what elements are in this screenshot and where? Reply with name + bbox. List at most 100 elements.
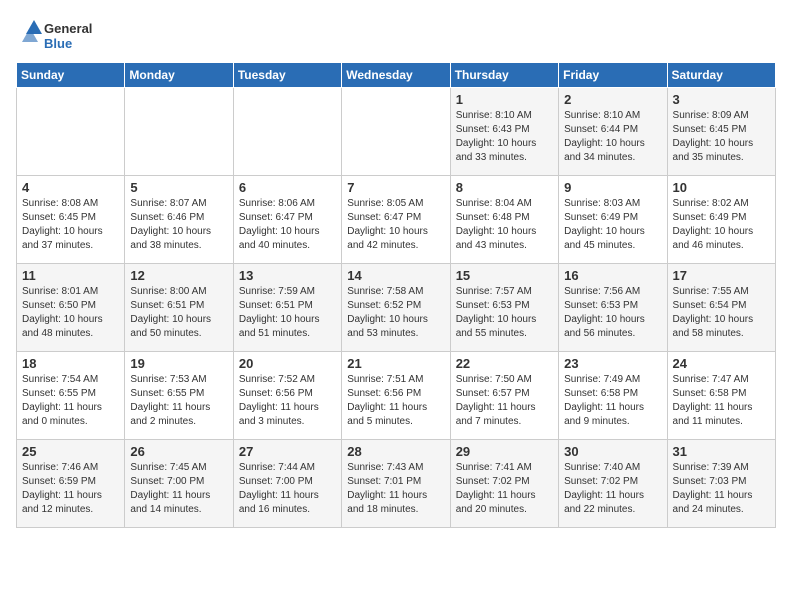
day-number: 31 bbox=[673, 444, 770, 459]
day-number: 12 bbox=[130, 268, 227, 283]
calendar-cell bbox=[342, 88, 450, 176]
calendar-cell: 25 Sunrise: 7:46 AM Sunset: 6:59 PM Dayli… bbox=[17, 440, 125, 528]
cell-content: Sunrise: 7:51 AM Sunset: 6:56 PM Dayligh… bbox=[347, 373, 444, 429]
day-number: 8 bbox=[456, 180, 553, 195]
cell-content: Sunrise: 8:09 AM Sunset: 6:45 PM Dayligh… bbox=[673, 109, 770, 165]
day-number: 22 bbox=[456, 356, 553, 371]
day-number: 14 bbox=[347, 268, 444, 283]
cell-content: Sunrise: 7:59 AM Sunset: 6:51 PM Dayligh… bbox=[239, 285, 336, 341]
day-number: 4 bbox=[22, 180, 119, 195]
cell-content: Sunrise: 7:40 AM Sunset: 7:02 PM Dayligh… bbox=[564, 461, 661, 517]
cell-content: Sunrise: 7:39 AM Sunset: 7:03 PM Dayligh… bbox=[673, 461, 770, 517]
week-row: 11Sunrise: 8:01 AM Sunset: 6:50 PM Dayli… bbox=[17, 264, 776, 352]
calendar-cell: 2 Sunrise: 8:10 AM Sunset: 6:44 PM Daylig… bbox=[559, 88, 667, 176]
header-day: Saturday bbox=[667, 63, 775, 88]
day-number: 6 bbox=[239, 180, 336, 195]
calendar-cell: 31 Sunrise: 7:39 AM Sunset: 7:03 PM Dayli… bbox=[667, 440, 775, 528]
day-number: 3 bbox=[673, 92, 770, 107]
calendar-cell: 27Sunrise: 7:44 AM Sunset: 7:00 PM Dayli… bbox=[233, 440, 341, 528]
cell-content: Sunrise: 8:10 AM Sunset: 6:44 PM Dayligh… bbox=[564, 109, 661, 165]
day-number: 1 bbox=[456, 92, 553, 107]
week-row: 4 Sunrise: 8:08 AM Sunset: 6:45 PM Daylig… bbox=[17, 176, 776, 264]
day-number: 30 bbox=[564, 444, 661, 459]
day-number: 29 bbox=[456, 444, 553, 459]
calendar-cell: 16 Sunrise: 7:56 AM Sunset: 6:53 PM Dayli… bbox=[559, 264, 667, 352]
day-number: 24 bbox=[673, 356, 770, 371]
header-row: SundayMondayTuesdayWednesdayThursdayFrid… bbox=[17, 63, 776, 88]
header-day: Monday bbox=[125, 63, 233, 88]
header-day: Tuesday bbox=[233, 63, 341, 88]
cell-content: Sunrise: 8:00 AM Sunset: 6:51 PM Dayligh… bbox=[130, 285, 227, 341]
cell-content: Sunrise: 7:44 AM Sunset: 7:00 PM Dayligh… bbox=[239, 461, 336, 517]
calendar-cell bbox=[17, 88, 125, 176]
cell-content: Sunrise: 8:06 AM Sunset: 6:47 PM Dayligh… bbox=[239, 197, 336, 253]
cell-content: Sunrise: 7:54 AM Sunset: 6:55 PM Dayligh… bbox=[22, 373, 119, 429]
calendar-cell bbox=[125, 88, 233, 176]
day-number: 5 bbox=[130, 180, 227, 195]
calendar-cell: 20Sunrise: 7:52 AM Sunset: 6:56 PM Dayli… bbox=[233, 352, 341, 440]
cell-content: Sunrise: 8:08 AM Sunset: 6:45 PM Dayligh… bbox=[22, 197, 119, 253]
day-number: 16 bbox=[564, 268, 661, 283]
header-day: Wednesday bbox=[342, 63, 450, 88]
day-number: 23 bbox=[564, 356, 661, 371]
cell-content: Sunrise: 8:01 AM Sunset: 6:50 PM Dayligh… bbox=[22, 285, 119, 341]
calendar-cell bbox=[233, 88, 341, 176]
calendar-cell: 7 Sunrise: 8:05 AM Sunset: 6:47 PM Daylig… bbox=[342, 176, 450, 264]
calendar-cell: 14 Sunrise: 7:58 AM Sunset: 6:52 PM Dayli… bbox=[342, 264, 450, 352]
logo: General Blue bbox=[16, 16, 106, 54]
calendar-cell: 24 Sunrise: 7:47 AM Sunset: 6:58 PM Dayli… bbox=[667, 352, 775, 440]
cell-content: Sunrise: 7:56 AM Sunset: 6:53 PM Dayligh… bbox=[564, 285, 661, 341]
cell-content: Sunrise: 7:47 AM Sunset: 6:58 PM Dayligh… bbox=[673, 373, 770, 429]
calendar-header: SundayMondayTuesdayWednesdayThursdayFrid… bbox=[17, 63, 776, 88]
cell-content: Sunrise: 7:50 AM Sunset: 6:57 PM Dayligh… bbox=[456, 373, 553, 429]
day-number: 21 bbox=[347, 356, 444, 371]
calendar-cell: 17Sunrise: 7:55 AM Sunset: 6:54 PM Dayli… bbox=[667, 264, 775, 352]
calendar-cell: 11Sunrise: 8:01 AM Sunset: 6:50 PM Dayli… bbox=[17, 264, 125, 352]
cell-content: Sunrise: 7:46 AM Sunset: 6:59 PM Dayligh… bbox=[22, 461, 119, 517]
cell-content: Sunrise: 8:05 AM Sunset: 6:47 PM Dayligh… bbox=[347, 197, 444, 253]
cell-content: Sunrise: 7:45 AM Sunset: 7:00 PM Dayligh… bbox=[130, 461, 227, 517]
cell-content: Sunrise: 8:03 AM Sunset: 6:49 PM Dayligh… bbox=[564, 197, 661, 253]
week-row: 25 Sunrise: 7:46 AM Sunset: 6:59 PM Dayli… bbox=[17, 440, 776, 528]
calendar-cell: 3 Sunrise: 8:09 AM Sunset: 6:45 PM Daylig… bbox=[667, 88, 775, 176]
day-number: 9 bbox=[564, 180, 661, 195]
calendar-cell: 5Sunrise: 8:07 AM Sunset: 6:46 PM Daylig… bbox=[125, 176, 233, 264]
day-number: 25 bbox=[22, 444, 119, 459]
cell-content: Sunrise: 8:04 AM Sunset: 6:48 PM Dayligh… bbox=[456, 197, 553, 253]
calendar-cell: 29Sunrise: 7:41 AM Sunset: 7:02 PM Dayli… bbox=[450, 440, 558, 528]
day-number: 7 bbox=[347, 180, 444, 195]
header-day: Friday bbox=[559, 63, 667, 88]
header-day: Sunday bbox=[17, 63, 125, 88]
day-number: 28 bbox=[347, 444, 444, 459]
calendar-cell: 26Sunrise: 7:45 AM Sunset: 7:00 PM Dayli… bbox=[125, 440, 233, 528]
day-number: 13 bbox=[239, 268, 336, 283]
day-number: 2 bbox=[564, 92, 661, 107]
cell-content: Sunrise: 7:43 AM Sunset: 7:01 PM Dayligh… bbox=[347, 461, 444, 517]
cell-content: Sunrise: 7:49 AM Sunset: 6:58 PM Dayligh… bbox=[564, 373, 661, 429]
svg-text:General: General bbox=[44, 21, 92, 36]
day-number: 20 bbox=[239, 356, 336, 371]
calendar-cell: 28 Sunrise: 7:43 AM Sunset: 7:01 PM Dayli… bbox=[342, 440, 450, 528]
calendar-cell: 6 Sunrise: 8:06 AM Sunset: 6:47 PM Daylig… bbox=[233, 176, 341, 264]
calendar-cell: 19Sunrise: 7:53 AM Sunset: 6:55 PM Dayli… bbox=[125, 352, 233, 440]
calendar-cell: 1Sunrise: 8:10 AM Sunset: 6:43 PM Daylig… bbox=[450, 88, 558, 176]
cell-content: Sunrise: 7:55 AM Sunset: 6:54 PM Dayligh… bbox=[673, 285, 770, 341]
logo-svg: General Blue bbox=[16, 16, 106, 54]
calendar-cell: 22 Sunrise: 7:50 AM Sunset: 6:57 PM Dayli… bbox=[450, 352, 558, 440]
calendar-table: SundayMondayTuesdayWednesdayThursdayFrid… bbox=[16, 62, 776, 528]
week-row: 18 Sunrise: 7:54 AM Sunset: 6:55 PM Dayli… bbox=[17, 352, 776, 440]
calendar-cell: 18 Sunrise: 7:54 AM Sunset: 6:55 PM Dayli… bbox=[17, 352, 125, 440]
cell-content: Sunrise: 7:53 AM Sunset: 6:55 PM Dayligh… bbox=[130, 373, 227, 429]
cell-content: Sunrise: 7:58 AM Sunset: 6:52 PM Dayligh… bbox=[347, 285, 444, 341]
day-number: 10 bbox=[673, 180, 770, 195]
calendar-cell: 21 Sunrise: 7:51 AM Sunset: 6:56 PM Dayli… bbox=[342, 352, 450, 440]
calendar-cell: 9 Sunrise: 8:03 AM Sunset: 6:49 PM Daylig… bbox=[559, 176, 667, 264]
day-number: 18 bbox=[22, 356, 119, 371]
calendar-cell: 8 Sunrise: 8:04 AM Sunset: 6:48 PM Daylig… bbox=[450, 176, 558, 264]
calendar-body: 1Sunrise: 8:10 AM Sunset: 6:43 PM Daylig… bbox=[17, 88, 776, 528]
calendar-cell: 15Sunrise: 7:57 AM Sunset: 6:53 PM Dayli… bbox=[450, 264, 558, 352]
header-day: Thursday bbox=[450, 63, 558, 88]
page-header: General Blue bbox=[16, 16, 776, 54]
cell-content: Sunrise: 8:02 AM Sunset: 6:49 PM Dayligh… bbox=[673, 197, 770, 253]
cell-content: Sunrise: 7:57 AM Sunset: 6:53 PM Dayligh… bbox=[456, 285, 553, 341]
